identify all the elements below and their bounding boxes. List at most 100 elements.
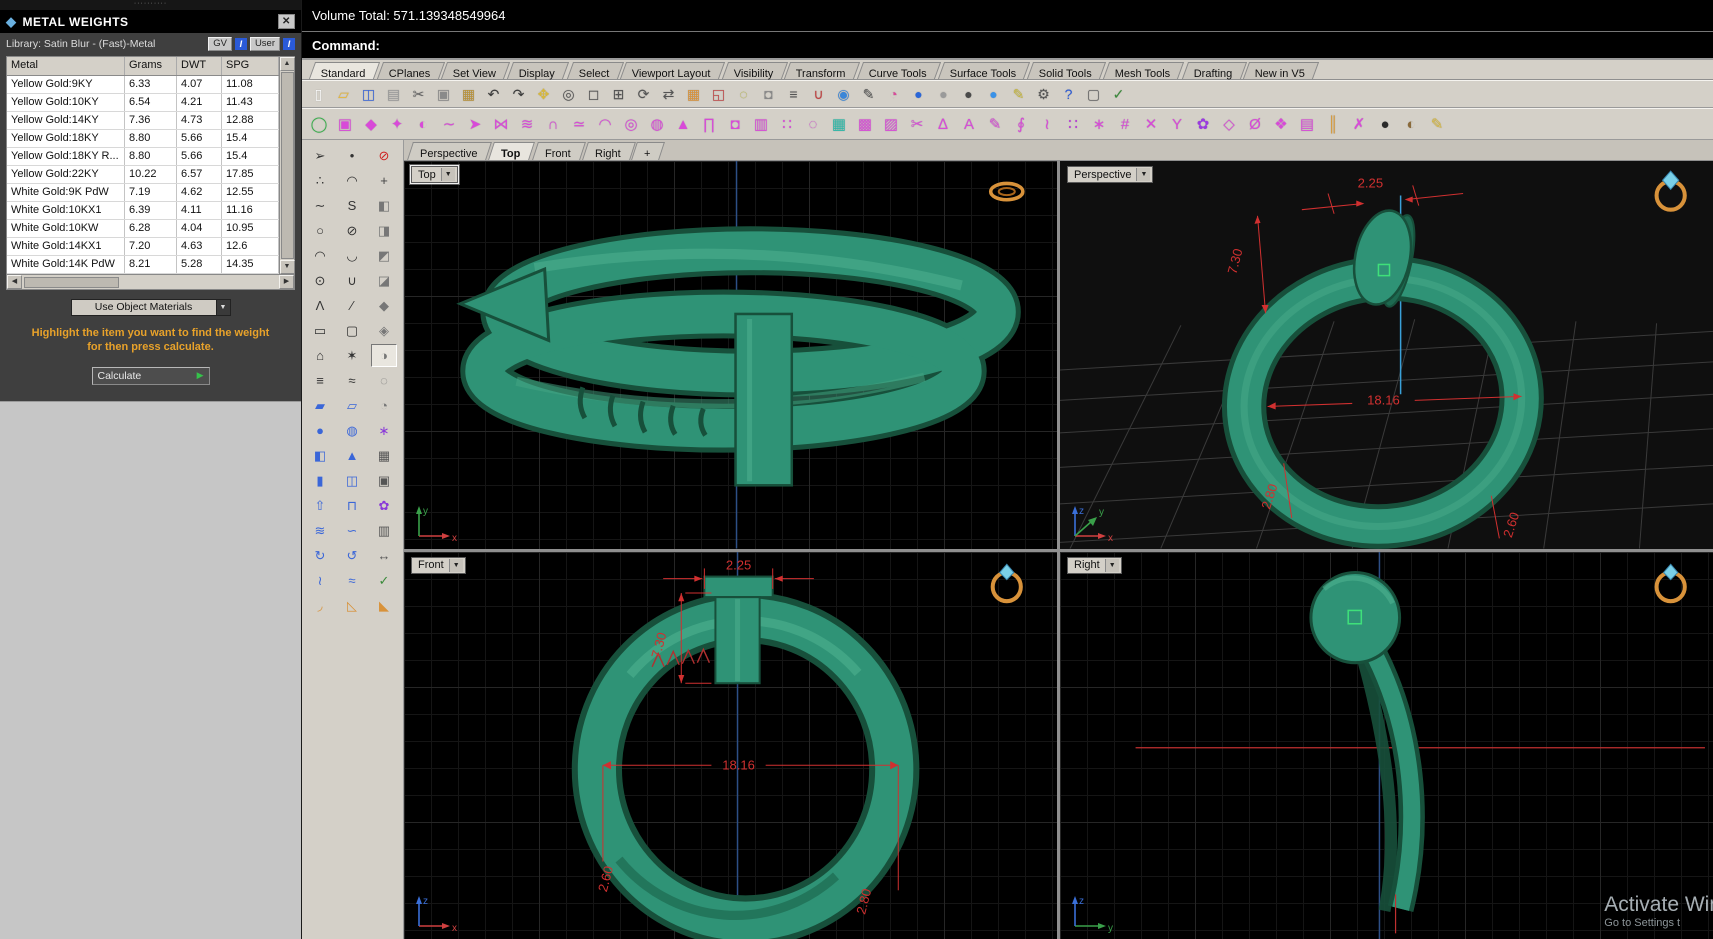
gem-loader-icon[interactable]: ✦: [384, 111, 410, 137]
loft-icon[interactable]: ≋: [307, 519, 333, 542]
raytrace-view-icon[interactable]: ●: [981, 83, 1006, 106]
ring-style-icon[interactable]: [988, 181, 1025, 202]
ring-sizer-icon[interactable]: Ø: [1242, 111, 1268, 137]
column-header-grams[interactable]: Grams: [125, 57, 177, 75]
prong-builder-icon[interactable]: ∏: [696, 111, 722, 137]
ellipse-icon[interactable]: ⊙: [307, 269, 333, 292]
ring-style-icon[interactable]: [1654, 563, 1687, 603]
color-wheel-icon[interactable]: ◔: [881, 83, 906, 106]
layout-grid-icon[interactable]: ▥: [371, 519, 397, 542]
ring-model-top-view[interactable]: [456, 226, 1021, 487]
pan-icon[interactable]: ✥: [531, 83, 556, 106]
view-back-icon[interactable]: ◪: [371, 269, 397, 292]
extrude-icon[interactable]: ⇧: [307, 494, 333, 517]
record-history-icon[interactable]: ✎: [856, 83, 881, 106]
column-header-spg[interactable]: SPG: [222, 57, 279, 75]
right-view-scene[interactable]: [1060, 551, 1713, 939]
viewport-title-top[interactable]: Top ▼: [410, 165, 459, 184]
curve-through-points-icon[interactable]: ◠: [339, 169, 365, 192]
tab-new-in-v5[interactable]: New in V5: [1243, 62, 1320, 80]
viewport-menu-arrow-icon[interactable]: ▼: [1136, 168, 1151, 181]
tab-mesh-tools[interactable]: Mesh Tools: [1103, 62, 1185, 80]
table-row[interactable]: White Gold:10KX1 6.39 4.11 11.16: [7, 202, 279, 220]
mesh-grid-icon[interactable]: ▩: [852, 111, 878, 137]
magnet-snap-icon[interactable]: ∩: [540, 111, 566, 137]
wedge-tool-icon[interactable]: ◣: [371, 594, 397, 617]
ring-model-right-view[interactable]: [1309, 570, 1425, 912]
paste-icon[interactable]: ▦: [456, 83, 481, 106]
viewport-title-perspective[interactable]: Perspective ▼: [1067, 166, 1154, 183]
check-tool-icon[interactable]: ✓: [371, 569, 397, 592]
table-row[interactable]: Yellow Gold:22KY 10.22 6.57 17.85: [7, 166, 279, 184]
box-icon[interactable]: ◧: [307, 444, 333, 467]
viewport-perspective[interactable]: Perspective ▼ 2.25 7.30 18.16 2.80 2.60 …: [1060, 161, 1713, 549]
scroll-right-icon[interactable]: ▶: [279, 275, 294, 289]
table-row[interactable]: White Gold:10KW 6.28 4.04 10.95: [7, 220, 279, 238]
head-builder-icon[interactable]: ▲: [670, 111, 696, 137]
flower-builder-icon[interactable]: ✿: [1190, 111, 1216, 137]
mirror-builder-icon[interactable]: ⋈: [488, 111, 514, 137]
blend-surface-icon[interactable]: ∽: [339, 519, 365, 542]
tab-set-view[interactable]: Set View: [441, 62, 511, 80]
viewport-top[interactable]: Top ▼ x y: [404, 161, 1057, 549]
redo-icon[interactable]: ↷: [506, 83, 531, 106]
scroll-left-icon[interactable]: ◀: [7, 275, 22, 289]
table-row[interactable]: White Gold:14KX1 7.20 4.63 12.6: [7, 238, 279, 256]
table-row[interactable]: Yellow Gold:18KY R... 8.80 5.66 15.4: [7, 148, 279, 166]
view-top-icon[interactable]: ◧: [371, 194, 397, 217]
shaded-view-icon[interactable]: ●: [931, 83, 956, 106]
open-file-icon[interactable]: ▱: [331, 83, 356, 106]
object-snap-icon[interactable]: ∪: [806, 83, 831, 106]
render-icon[interactable]: ●: [906, 83, 931, 106]
perspective-scene[interactable]: 2.25 7.30 18.16 2.80 2.60: [1060, 161, 1713, 549]
check-edit-icon[interactable]: ✓: [1106, 83, 1131, 106]
stitcher-icon[interactable]: ✕: [1138, 111, 1164, 137]
gem-map-icon[interactable]: ▨: [878, 111, 904, 137]
selection-box-icon[interactable]: ▢: [1081, 83, 1106, 106]
table-row[interactable]: Yellow Gold:10KY 6.54 4.21 11.43: [7, 94, 279, 112]
hide-objects-icon[interactable]: ◌: [731, 83, 756, 106]
pan-view-icon[interactable]: ⇄: [656, 83, 681, 106]
star-icon[interactable]: ✶: [339, 344, 365, 367]
view-iso-icon[interactable]: ◆: [371, 294, 397, 317]
ring-rail-icon[interactable]: ◍: [644, 111, 670, 137]
calculate-button[interactable]: Calculate ▶: [91, 366, 210, 385]
bezel-builder-icon[interactable]: ◘: [722, 111, 748, 137]
panel-drag-handle[interactable]: ··········: [0, 0, 301, 10]
arc-3pt-icon[interactable]: ◡: [339, 244, 365, 267]
viewport-title-right[interactable]: Right ▼: [1067, 556, 1122, 574]
ring-style-icon[interactable]: [990, 563, 1023, 603]
tab-viewport-layout[interactable]: Viewport Layout: [620, 62, 725, 80]
gv-info-badge[interactable]: I: [234, 38, 247, 50]
interpolate-curve-icon[interactable]: S: [339, 194, 365, 217]
tab-select[interactable]: Select: [566, 62, 624, 80]
surface-grid-icon[interactable]: ▦: [826, 111, 852, 137]
hex-gem-icon[interactable]: ❖: [1268, 111, 1294, 137]
twist-tool-icon[interactable]: ∮: [1008, 111, 1034, 137]
tab-transform[interactable]: Transform: [784, 62, 861, 80]
table-row[interactable]: White Gold:9K PdW 7.19 4.62 12.55: [7, 184, 279, 202]
tube-icon[interactable]: ◫: [339, 469, 365, 492]
gumball-icon[interactable]: ◉: [831, 83, 856, 106]
gem-scatter-icon[interactable]: ∗: [1086, 111, 1112, 137]
viewport-menu-arrow-icon[interactable]: ▼: [448, 558, 463, 572]
zoom-window-icon[interactable]: ◻: [581, 83, 606, 106]
cancel-icon[interactable]: ⊘: [371, 144, 397, 167]
wireframe-toggle-icon[interactable]: ◌: [371, 369, 397, 392]
table-vertical-scrollbar[interactable]: ▲ ▼: [279, 57, 295, 274]
history-toggle-icon[interactable]: ◯: [306, 111, 332, 137]
loft-builder-icon[interactable]: ≃: [566, 111, 592, 137]
polyline-icon[interactable]: Λ: [307, 294, 333, 317]
scroll-up-icon[interactable]: ▲: [279, 57, 295, 71]
profile-placer-icon[interactable]: ◐: [410, 111, 436, 137]
patch-surface-icon[interactable]: ▱: [339, 394, 365, 417]
polygon-icon[interactable]: ⌂: [307, 344, 333, 367]
view-right-icon[interactable]: ◩: [371, 244, 397, 267]
dark-sphere-icon[interactable]: ●: [1372, 111, 1398, 137]
column-header-dwt[interactable]: DWT: [177, 57, 222, 75]
options-icon[interactable]: ⚙: [1031, 83, 1056, 106]
cut-icon[interactable]: ✂: [406, 83, 431, 106]
vertical-scroll-thumb[interactable]: [280, 72, 294, 259]
table-row[interactable]: Yellow Gold:14KY 7.36 4.73 12.88: [7, 112, 279, 130]
pave-tool-icon[interactable]: ∷: [774, 111, 800, 137]
